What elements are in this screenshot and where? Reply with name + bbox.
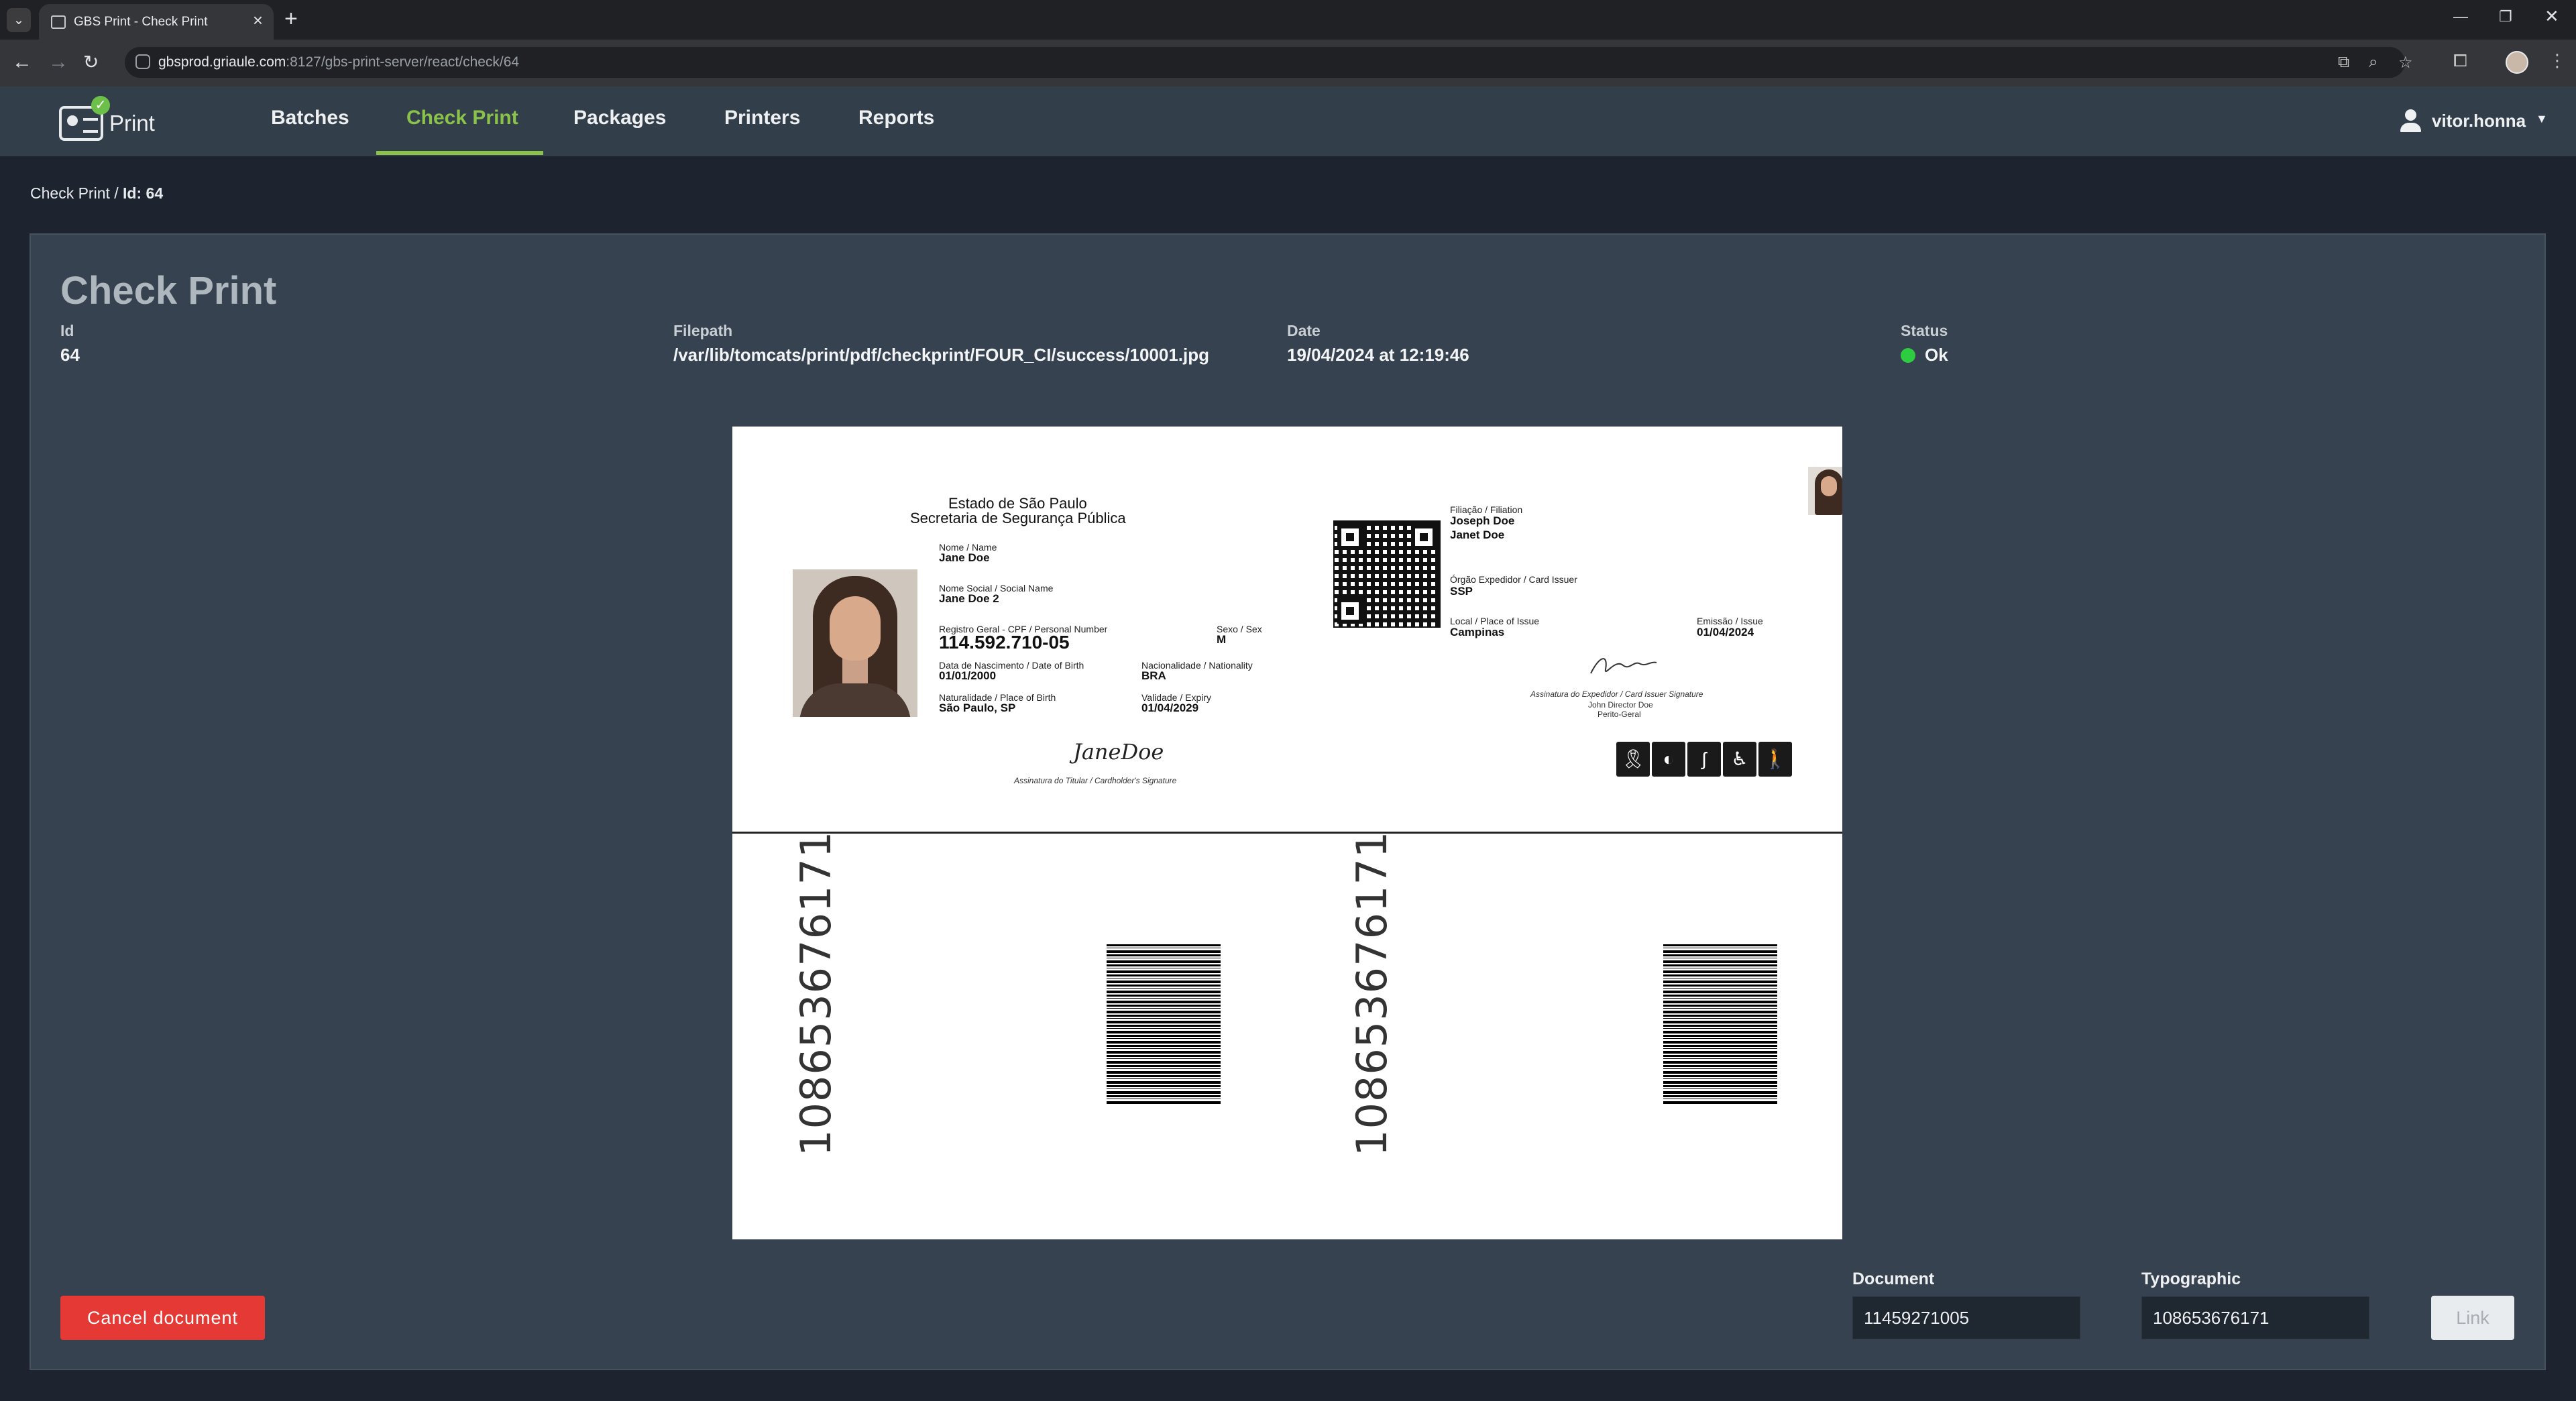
card-separator (732, 832, 1842, 834)
sex-value: M (1217, 633, 1227, 646)
card-secretariat: Secretaria de Segurança Pública (910, 510, 1126, 526)
browser-tab[interactable]: GBS Print - Check Print × (39, 4, 274, 40)
mother-value: Janet Doe (1450, 528, 1505, 541)
pob-value: São Paulo, SP (939, 702, 1016, 714)
nav-reports[interactable]: Reports (858, 107, 934, 129)
install-app-icon[interactable]: ⧉ (2338, 53, 2349, 72)
browser-toolbar: ← → ↻ gbsprod.griaule.com:8127/gbs-print… (0, 40, 2576, 87)
filepath-label: Filepath (673, 322, 733, 339)
name-value: Jane Doe (939, 551, 990, 564)
walking-icon: 🚶 (1758, 742, 1792, 777)
new-tab-icon[interactable]: + (284, 7, 298, 31)
typographic-input[interactable]: 108653676171 (2141, 1296, 2369, 1339)
bookmark-star-icon[interactable]: ☆ (2398, 53, 2413, 72)
breadcrumb-separator: / (114, 184, 119, 202)
forward-icon[interactable]: → (48, 52, 68, 73)
tab-title: GBS Print - Check Print (74, 15, 208, 29)
status-indicator (1901, 348, 1915, 363)
window-close-icon[interactable]: ✕ (2544, 6, 2559, 27)
holder-signature-label: Assinatura do Titular / Cardholder's Sig… (1014, 776, 1177, 785)
issue-value: 01/04/2024 (1697, 626, 1754, 638)
reload-icon[interactable]: ↻ (83, 52, 99, 73)
expiry-value: 01/04/2029 (1141, 702, 1199, 714)
barcode-right (1663, 944, 1777, 1104)
social-name-value: Jane Doe 2 (939, 592, 999, 605)
back-icon[interactable]: ← (12, 52, 32, 73)
holder-signature: JaneDoe (1073, 739, 1164, 765)
barcode-left (1107, 944, 1221, 1104)
hearing-icon: ʃ (1687, 742, 1721, 777)
status-value: Ok (1925, 345, 1948, 365)
caret-down-icon[interactable]: ▼ (2536, 112, 2548, 126)
place-issue-label: Local / Place of Issue (1450, 616, 1540, 626)
id-value: 64 (60, 345, 80, 365)
status-label: Status (1901, 322, 1948, 339)
filepath-value: /var/lib/tomcats/print/pdf/checkprint/FO… (673, 345, 1210, 365)
page-title: Check Print (60, 269, 277, 313)
issuer-signature-label: Assinatura do Expedidor / Card Issuer Si… (1530, 689, 1703, 699)
breadcrumb-current: Id: 64 (123, 184, 164, 202)
issuer-signature (1590, 658, 1657, 674)
director-title: Perito-Geral (1598, 710, 1641, 719)
issuer-value: SSP (1450, 585, 1473, 598)
breadcrumb-parent[interactable]: Check Print (30, 184, 110, 202)
user-icon[interactable] (2399, 108, 2423, 135)
app-header: ✓ Print Batches Check Print Packages Pri… (0, 87, 2576, 156)
dob-value: 01/01/2000 (939, 669, 997, 682)
ribbon-icon: 🎗 (1616, 742, 1650, 777)
place-issue-value: Campinas (1450, 626, 1505, 638)
document-label: Document (1852, 1270, 1935, 1288)
nationality-value: BRA (1141, 669, 1166, 682)
nav-check-print[interactable]: Check Print (406, 107, 518, 129)
logo-text: Print (109, 111, 155, 135)
site-info-icon[interactable] (135, 54, 150, 69)
qr-code (1333, 520, 1441, 628)
director-name: John Director Doe (1588, 700, 1653, 710)
tab-favicon-icon (51, 15, 66, 29)
address-bar[interactable]: gbsprod.griaule.com:8127/gbs-print-serve… (125, 47, 2413, 78)
typographic-label: Typographic (2141, 1270, 2241, 1288)
document-input[interactable]: 11459271005 (1852, 1296, 2080, 1339)
extensions-icon[interactable]: ⧠ (2453, 50, 2467, 72)
holder-photo-small (1808, 467, 1842, 515)
nav-packages[interactable]: Packages (573, 107, 666, 129)
typographic-number-left: 108653676171 (791, 830, 840, 1156)
id-label: Id (60, 322, 74, 339)
cancel-document-button[interactable]: Cancel document (60, 1296, 265, 1340)
issuer-label: Órgão Expedidor / Card Issuer (1450, 574, 1577, 585)
date-label: Date (1287, 322, 1321, 339)
active-nav-indicator (376, 151, 543, 155)
date-value: 19/04/2024 at 12:19:46 (1287, 345, 1469, 365)
nav-batches[interactable]: Batches (271, 107, 349, 129)
nav-printers[interactable]: Printers (724, 107, 800, 129)
tab-close-icon[interactable]: × (253, 11, 263, 29)
browser-menu-icon[interactable]: ⋮ (2549, 50, 2566, 71)
filiation-label: Filiação / Filiation (1450, 504, 1523, 515)
cpf-value: 114.592.710-05 (939, 632, 1070, 653)
user-menu[interactable]: vitor.honna (2432, 111, 2526, 131)
check-print-image: Estado de São Paulo Secretaria de Segura… (732, 427, 1842, 1239)
restore-icon[interactable]: ❐ (2499, 8, 2512, 25)
issue-label: Emissão / Issue (1697, 616, 1763, 626)
profile-avatar[interactable] (2506, 51, 2528, 74)
typographic-number-right: 108653676171 (1347, 830, 1396, 1156)
address-url[interactable]: gbsprod.griaule.com:8127/gbs-print-serve… (158, 54, 519, 70)
wheelchair-icon: ♿ (1723, 742, 1756, 777)
breadcrumb: Check Print / Id: 64 (30, 184, 163, 203)
zoom-icon[interactable]: ⌕ (2369, 53, 2377, 72)
tab-search-button[interactable]: ⌄ (7, 8, 31, 32)
minimize-icon[interactable]: — (2453, 8, 2468, 25)
brain-icon: ◐ (1652, 742, 1685, 777)
logo-check-icon: ✓ (91, 96, 110, 115)
browser-tab-bar: ⌄ GBS Print - Check Print × + — ❐ ✕ (0, 0, 2576, 40)
link-button[interactable]: Link (2431, 1296, 2514, 1340)
holder-photo (793, 569, 917, 717)
father-value: Joseph Doe (1450, 514, 1515, 527)
